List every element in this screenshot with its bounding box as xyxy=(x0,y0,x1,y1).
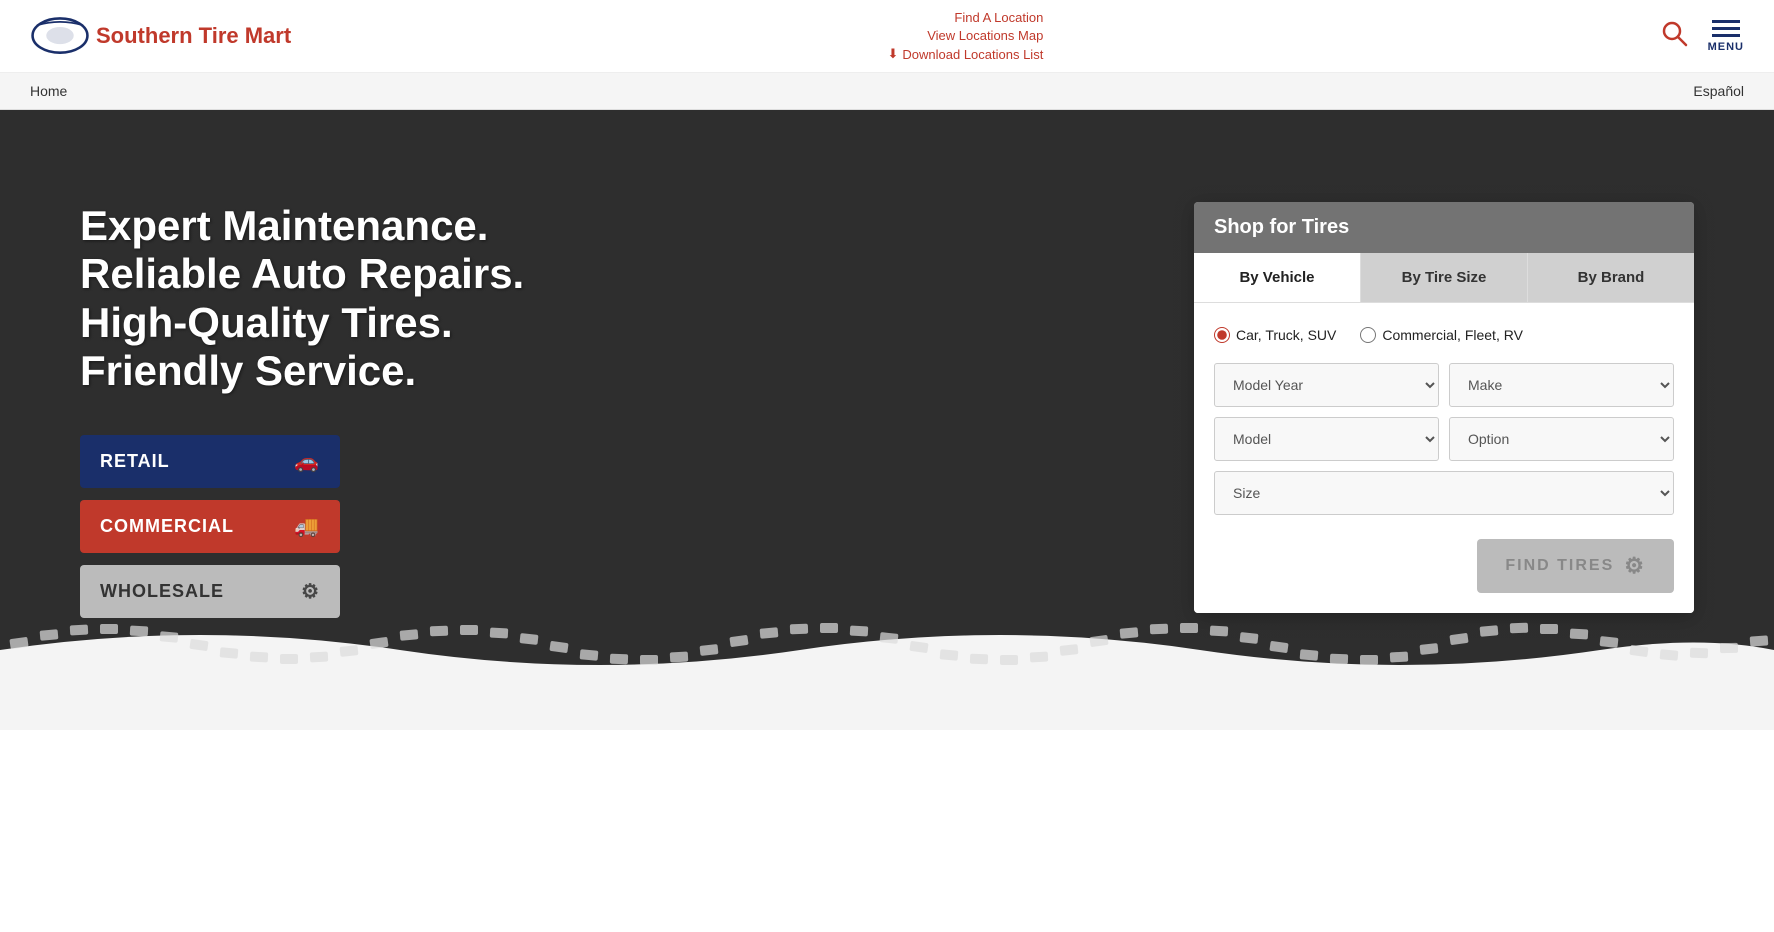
hero-headline: Expert Maintenance. Reliable Auto Repair… xyxy=(80,202,630,395)
headline-line-3: High-Quality Tires. xyxy=(80,299,630,347)
tab-by-tire-size[interactable]: By Tire Size xyxy=(1361,253,1528,302)
nav-home[interactable]: Home xyxy=(30,73,67,109)
model-year-select[interactable]: Model Year xyxy=(1214,363,1439,407)
radio-commercial-label: Commercial, Fleet, RV xyxy=(1382,327,1523,343)
shop-panel: Shop for Tires By Vehicle By Tire Size B… xyxy=(1194,202,1694,613)
size-select-wrapper: Size xyxy=(1214,471,1674,515)
radio-car-truck-suv-input[interactable] xyxy=(1214,327,1230,343)
logo-text: Southern Tire Mart xyxy=(96,23,291,49)
make-select[interactable]: Make xyxy=(1449,363,1674,407)
menu-label: MENU xyxy=(1708,41,1744,53)
nav-bar: Home Español xyxy=(0,73,1774,110)
headline-line-1: Expert Maintenance. xyxy=(80,202,630,250)
hero-left: Expert Maintenance. Reliable Auto Repair… xyxy=(80,202,630,618)
radio-car-truck-suv[interactable]: Car, Truck, SUV xyxy=(1214,327,1336,343)
radio-commercial-fleet-rv[interactable]: Commercial, Fleet, RV xyxy=(1360,327,1523,343)
shop-title: Shop for Tires xyxy=(1194,202,1694,253)
size-select[interactable]: Size xyxy=(1214,471,1674,515)
menu-icon xyxy=(1712,20,1740,37)
search-icon[interactable] xyxy=(1660,19,1688,53)
wholesale-icon: ⚙ xyxy=(301,579,320,604)
commercial-icon: 🚚 xyxy=(294,514,320,539)
tire-icon: ⚙ xyxy=(1624,553,1646,579)
hero-content: Expert Maintenance. Reliable Auto Repair… xyxy=(0,142,1774,698)
view-map-link[interactable]: View Locations Map xyxy=(927,28,1043,43)
wholesale-label: WHOLESALE xyxy=(100,581,224,602)
logo-icon xyxy=(30,15,90,57)
logo[interactable]: Southern Tire Mart xyxy=(30,15,291,57)
tab-by-vehicle[interactable]: By Vehicle xyxy=(1194,253,1361,302)
vehicle-type-radio-group: Car, Truck, SUV Commercial, Fleet, RV xyxy=(1214,327,1674,343)
vehicle-selects: Model Year Make Model Option Size xyxy=(1214,363,1674,515)
radio-commercial-input[interactable] xyxy=(1360,327,1376,343)
menu-button[interactable]: MENU xyxy=(1708,20,1744,53)
download-icon: ⬇ xyxy=(887,46,898,62)
shop-body: Car, Truck, SUV Commercial, Fleet, RV Mo… xyxy=(1194,303,1694,613)
hero-section: Expert Maintenance. Reliable Auto Repair… xyxy=(0,110,1774,730)
radio-car-label: Car, Truck, SUV xyxy=(1236,327,1336,343)
retail-button[interactable]: RETAIL 🚗 xyxy=(80,435,340,488)
headline-line-2: Reliable Auto Repairs. xyxy=(80,250,630,298)
hero-buttons: RETAIL 🚗 COMMERCIAL 🚚 WHOLESALE ⚙ xyxy=(80,435,340,618)
model-select[interactable]: Model xyxy=(1214,417,1439,461)
header-links: Find A Location View Locations Map ⬇ Dow… xyxy=(887,10,1043,62)
site-header: Southern Tire Mart Find A Location View … xyxy=(0,0,1774,73)
find-location-link[interactable]: Find A Location xyxy=(954,10,1043,25)
shop-tabs: By Vehicle By Tire Size By Brand xyxy=(1194,253,1694,303)
header-actions: MENU xyxy=(1660,19,1744,53)
wholesale-button[interactable]: WHOLESALE ⚙ xyxy=(80,565,340,618)
headline-line-4: Friendly Service. xyxy=(80,347,630,395)
retail-label: RETAIL xyxy=(100,451,170,472)
find-tires-button[interactable]: FIND TIRES ⚙ xyxy=(1477,539,1674,593)
find-tires-label: FIND TIRES xyxy=(1505,557,1614,575)
nav-espanol[interactable]: Español xyxy=(1693,73,1744,109)
commercial-button[interactable]: COMMERCIAL 🚚 xyxy=(80,500,340,553)
tab-by-brand[interactable]: By Brand xyxy=(1528,253,1694,302)
option-select[interactable]: Option xyxy=(1449,417,1674,461)
commercial-label: COMMERCIAL xyxy=(100,516,234,537)
download-list-link[interactable]: ⬇ Download Locations List xyxy=(887,46,1043,62)
retail-icon: 🚗 xyxy=(294,449,320,474)
